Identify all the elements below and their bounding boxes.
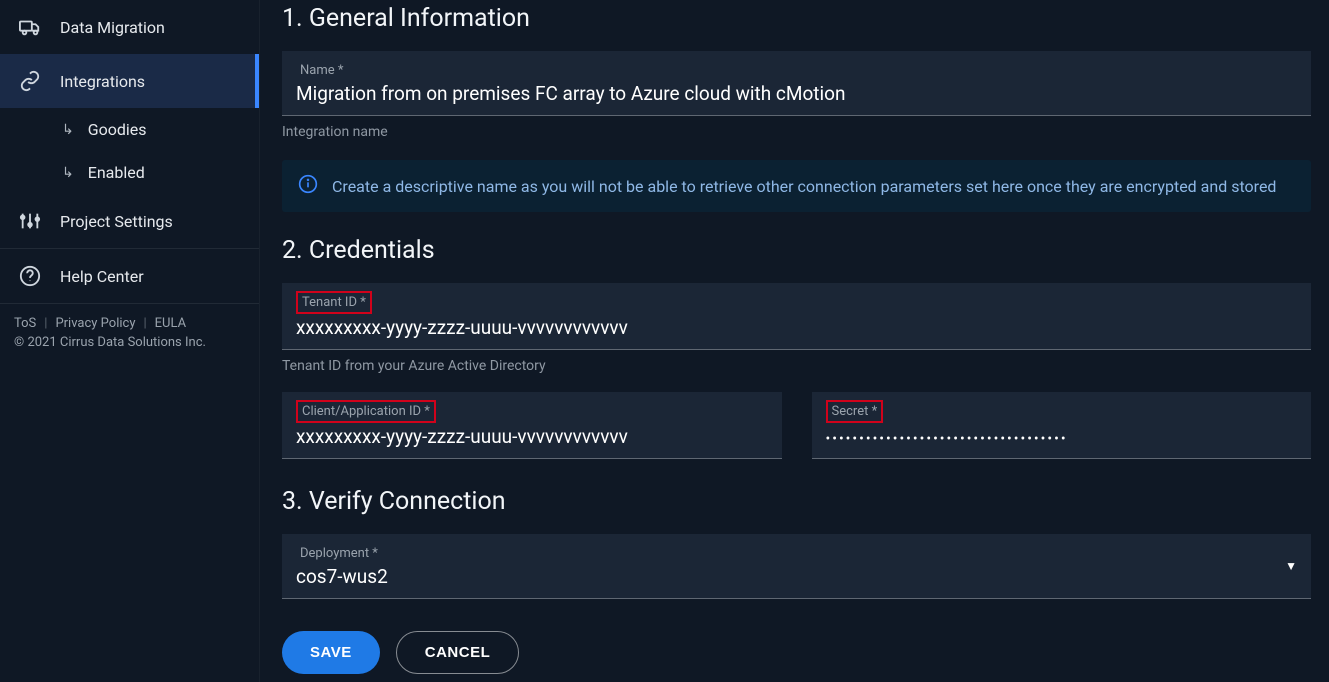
secret-field[interactable]: Secret * •••••••••••••••••••••••••••••••… <box>812 392 1312 459</box>
sidebar-item-help-center[interactable]: Help Center <box>0 249 259 303</box>
secret-label: Secret * <box>826 400 884 423</box>
client-id-field[interactable]: Client/Application ID * <box>282 392 782 459</box>
sub-arrow-icon: ↳ <box>62 122 74 138</box>
tenant-id-input[interactable] <box>296 316 1297 339</box>
deployment-value: cos7-wus2 <box>296 565 1297 588</box>
save-button[interactable]: SAVE <box>282 631 380 674</box>
tenant-id-hint: Tenant ID from your Azure Active Directo… <box>282 358 1311 374</box>
section-title-credentials: 2. Credentials <box>282 236 1311 265</box>
info-banner: Create a descriptive name as you will no… <box>282 160 1311 212</box>
sidebar-subitem-label: Goodies <box>88 120 147 139</box>
tenant-id-label: Tenant ID * <box>296 291 372 314</box>
deployment-label: Deployment * <box>296 544 382 563</box>
sidebar-item-label: Data Migration <box>60 18 165 37</box>
tenant-id-field[interactable]: Tenant ID * <box>282 283 1311 350</box>
sidebar-footer: ToS | Privacy Policy | EULA © 2021 Cirru… <box>0 304 259 362</box>
info-icon <box>298 174 318 198</box>
help-icon <box>18 264 42 288</box>
sidebar-item-data-migration[interactable]: Data Migration <box>0 0 259 54</box>
sidebar-item-label: Integrations <box>60 72 145 91</box>
sliders-icon <box>18 209 42 233</box>
footer-link-tos[interactable]: ToS <box>14 316 36 331</box>
name-input[interactable] <box>296 82 1297 105</box>
sidebar-item-integrations[interactable]: Integrations <box>0 54 259 108</box>
main-content: 1. General Information Name * Integratio… <box>260 0 1329 682</box>
deployment-field[interactable]: Deployment * cos7-wus2 ▼ <box>282 534 1311 599</box>
client-id-label: Client/Application ID * <box>296 400 436 423</box>
sidebar-item-project-settings[interactable]: Project Settings <box>0 194 259 248</box>
truck-icon <box>18 15 42 39</box>
sub-arrow-icon: ↳ <box>62 165 74 181</box>
cancel-button[interactable]: CANCEL <box>396 631 520 674</box>
sidebar: Data Migration Integrations ↳ Goodies ↳ … <box>0 0 260 682</box>
name-label: Name * <box>296 61 347 80</box>
footer-copyright: © 2021 Cirrus Data Solutions Inc. <box>14 335 245 350</box>
link-icon <box>18 69 42 93</box>
client-id-input[interactable] <box>296 425 768 448</box>
info-message: Create a descriptive name as you will no… <box>332 177 1276 196</box>
name-hint: Integration name <box>282 124 1311 140</box>
sidebar-subitem-enabled[interactable]: ↳ Enabled <box>0 151 259 194</box>
footer-link-eula[interactable]: EULA <box>155 316 186 331</box>
sidebar-subitem-goodies[interactable]: ↳ Goodies <box>0 108 259 151</box>
chevron-down-icon[interactable]: ▼ <box>1285 559 1297 573</box>
name-field[interactable]: Name * <box>282 51 1311 116</box>
sidebar-item-label: Project Settings <box>60 212 173 231</box>
section-title-general: 1. General Information <box>282 4 1311 33</box>
sidebar-item-label: Help Center <box>60 267 144 286</box>
sidebar-subitem-label: Enabled <box>88 163 145 182</box>
footer-link-privacy[interactable]: Privacy Policy <box>55 316 135 331</box>
section-title-verify: 3. Verify Connection <box>282 487 1311 516</box>
secret-input[interactable]: •••••••••••••••••••••••••••••••••••• <box>826 431 1298 447</box>
